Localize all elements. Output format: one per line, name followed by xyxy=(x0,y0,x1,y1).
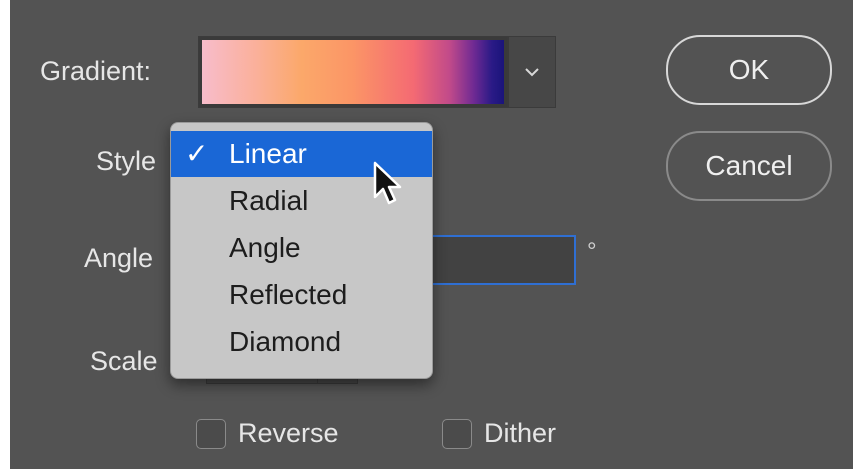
dither-label[interactable]: Dither xyxy=(484,418,556,449)
menu-item-reflected[interactable]: Reflected xyxy=(171,271,432,318)
chevron-down-icon xyxy=(525,68,539,77)
angle-input[interactable] xyxy=(430,235,576,285)
scale-label: Scale xyxy=(90,346,158,376)
menu-item-angle[interactable]: Angle xyxy=(171,224,432,271)
cancel-button[interactable]: Cancel xyxy=(666,131,832,201)
ok-button[interactable]: OK xyxy=(666,35,832,105)
checkmark-icon: ✓ xyxy=(185,138,209,169)
menu-item-label: Radial xyxy=(229,185,309,216)
angle-label: Angle xyxy=(84,243,154,273)
menu-item-label: Angle xyxy=(229,232,301,263)
gradient-picker-button[interactable] xyxy=(508,36,556,108)
menu-item-label: Diamond xyxy=(229,326,342,357)
menu-item-label: Reflected xyxy=(229,279,348,310)
gradient-swatch[interactable] xyxy=(202,40,504,104)
reverse-checkbox[interactable] xyxy=(196,418,226,449)
dither-option[interactable]: Dither xyxy=(442,418,556,449)
mouse-pointer-icon xyxy=(373,161,402,205)
reverse-label[interactable]: Reverse xyxy=(238,418,339,449)
reverse-option[interactable]: Reverse xyxy=(196,418,339,449)
style-label: Style xyxy=(96,146,157,176)
dither-checkbox[interactable] xyxy=(442,418,472,449)
menu-item-diamond[interactable]: Diamond xyxy=(171,318,432,365)
degree-symbol: ° xyxy=(587,238,597,265)
gradient-preview[interactable] xyxy=(198,36,508,108)
gradient-label: Gradient: xyxy=(40,56,152,86)
menu-item-label: Linear xyxy=(229,138,307,169)
